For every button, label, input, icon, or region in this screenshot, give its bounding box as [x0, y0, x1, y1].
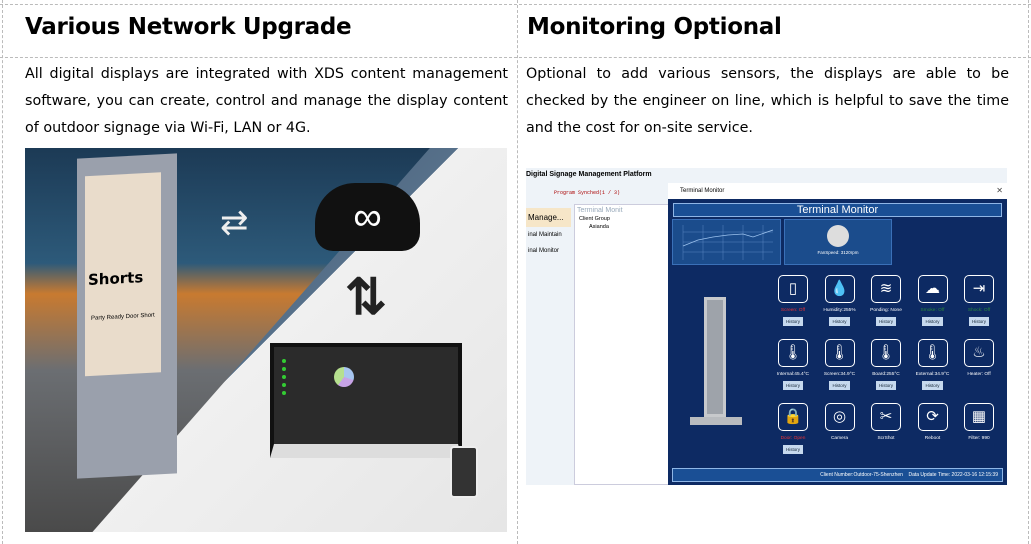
monitor-header: Terminal Monitor — [673, 203, 1002, 217]
sync-status: Program Synched(1 / 3) — [554, 190, 621, 196]
history-button[interactable]: History — [875, 381, 896, 390]
history-button[interactable]: History — [829, 317, 850, 326]
history-button[interactable]: History — [922, 381, 943, 390]
terminal-monitor-window: Terminal Monitor ✕ Terminal Monitor FanSp… — [668, 183, 1007, 485]
history-button[interactable]: History — [782, 445, 803, 454]
sidebar-item[interactable]: inal Monitor — [526, 243, 571, 259]
sensor-label: Screen: Off — [780, 308, 806, 313]
door-lock-icon[interactable]: 🔒 — [778, 403, 808, 431]
sensor-tile[interactable]: ✂ ScrShot — [863, 403, 909, 443]
desktop-monitor — [270, 343, 462, 458]
sensor-tile[interactable]: 🌡 Board:255°C History — [863, 339, 909, 390]
sensor-tile[interactable]: ≋ Ponding: None History — [863, 275, 909, 326]
flood-icon[interactable]: ≋ — [871, 275, 901, 303]
sensor-tile[interactable]: ☁ Smoke: Off History — [910, 275, 956, 326]
filter-icon[interactable]: ▦ — [964, 403, 994, 431]
right-description: Optional to add various sensors, the dis… — [526, 66, 1009, 136]
table-border — [0, 4, 1031, 5]
sensor-label: Camera — [830, 436, 849, 441]
sync-arrows-icon: ⇄ — [220, 204, 249, 242]
sensor-tile[interactable]: ⟳ Reboot — [910, 403, 956, 443]
status-footer: Client Number:Outdoor-75-Shenzhen Data U… — [672, 468, 1003, 482]
screen-icon[interactable]: ▯ — [778, 275, 808, 303]
sensor-label: Ponding: None — [870, 308, 902, 313]
sensor-tile[interactable]: 🌡 External:34.9°C History — [910, 339, 956, 390]
history-button[interactable]: History — [782, 317, 803, 326]
humidity-icon[interactable]: 💧 — [824, 275, 855, 303]
left-heading: Various Network Upgrade — [25, 14, 352, 40]
sensor-label: Smoke: Off — [920, 308, 945, 313]
reboot-icon[interactable]: ⟳ — [917, 403, 948, 431]
sensor-tile[interactable]: ▯ Screen: Off History — [770, 275, 816, 326]
history-button[interactable]: History — [875, 317, 896, 326]
phone — [450, 446, 478, 498]
sidebar-item[interactable]: Manage... — [526, 208, 571, 227]
temperature-chart — [672, 219, 781, 265]
thermometer-icon[interactable]: 🌡 — [824, 339, 855, 367]
shock-icon[interactable]: ⇥ — [964, 275, 994, 303]
left-description: All digital displays are integrated with… — [25, 66, 508, 136]
client-group-panel: Terminal Monit Client Group Asianda — [574, 204, 669, 485]
right-heading: Monitoring Optional — [527, 14, 782, 40]
thermometer-icon[interactable]: 🌡 — [871, 339, 901, 367]
screenshot-icon[interactable]: ✂ — [871, 403, 901, 431]
history-button[interactable]: History — [829, 381, 850, 390]
sensor-label: Internal:45.4°C — [776, 372, 810, 377]
sensor-label: Board:255°C — [872, 372, 900, 377]
sensor-label: Shock: Off — [967, 308, 991, 313]
fan-panel: FanSpeed: 3120rpm — [784, 219, 892, 265]
table-border — [2, 0, 3, 544]
kiosk-illustration — [704, 297, 726, 417]
sensor-label: External:34.9°C — [915, 372, 950, 377]
sensor-label: Heater: Off — [967, 372, 991, 377]
thermometer-icon[interactable]: 🌡 — [917, 339, 948, 367]
monitoring-screenshot: Digital Signage Management Platform Prog… — [526, 168, 1007, 485]
outdoor-kiosk: Shorts Party Ready Door Short — [77, 153, 177, 479]
table-border — [1028, 0, 1029, 544]
sensor-tile[interactable]: 🌡 Internal:45.4°C History — [770, 339, 816, 390]
smoke-icon[interactable]: ☁ — [917, 275, 948, 303]
sensor-label: Humidity:255% — [823, 308, 856, 313]
sensor-tile[interactable]: ◎ Camera — [817, 403, 863, 443]
sensor-label: Screen:34.9°C — [823, 372, 856, 377]
fan-icon — [827, 225, 849, 247]
sensor-label: Filter: 990 — [968, 436, 990, 441]
sidebar: Manage... inal Maintain inal Monitor — [526, 208, 571, 259]
camera-icon[interactable]: ◎ — [824, 403, 855, 431]
sidebar-item[interactable]: inal Maintain — [526, 227, 571, 243]
row-divider — [0, 57, 1031, 58]
heater-icon[interactable]: ♨ — [964, 339, 994, 367]
column-divider — [517, 0, 518, 544]
window-title: Terminal Monitor — [680, 188, 725, 194]
cloud-infinity-icon: ∞ — [315, 183, 420, 251]
sensor-tile[interactable]: ▦ Filter: 990 — [956, 403, 1002, 443]
network-upgrade-image: Shorts Party Ready Door Short ⇄ ∞ ⇅ — [25, 148, 507, 532]
history-button[interactable]: History — [968, 317, 989, 326]
platform-title: Digital Signage Management Platform — [526, 171, 652, 178]
sensor-label: ScrShot — [877, 436, 895, 441]
thermometer-icon[interactable]: 🌡 — [778, 339, 808, 367]
sensor-label: Door: Open — [780, 436, 806, 441]
sensor-tile[interactable]: ⇥ Shock: Off History — [956, 275, 1002, 326]
sensor-tile[interactable]: 🌡 Screen:34.9°C History — [817, 339, 863, 390]
sensor-tile[interactable]: ♨ Heater: Off — [956, 339, 1002, 379]
sensor-tile[interactable]: 💧 Humidity:255% History — [817, 275, 863, 326]
history-button[interactable]: History — [922, 317, 943, 326]
close-icon[interactable]: ✕ — [996, 183, 1003, 199]
history-button[interactable]: History — [782, 381, 803, 390]
up-down-arrows-icon: ⇅ — [345, 269, 387, 325]
sensor-tile[interactable]: 🔒 Door: Open History — [770, 403, 816, 454]
client-group-item[interactable]: Asianda — [575, 222, 668, 232]
sensor-label: Reboot — [924, 436, 941, 441]
